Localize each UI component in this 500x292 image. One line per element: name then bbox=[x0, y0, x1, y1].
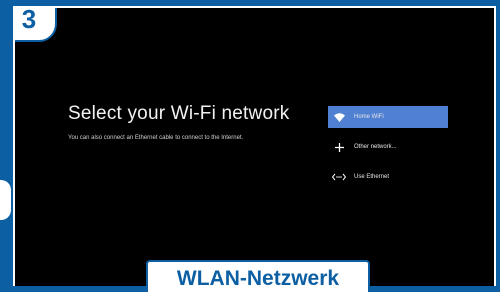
network-item-label: Other network... bbox=[354, 144, 397, 150]
plus-icon bbox=[328, 142, 350, 152]
tv-screen: Select your Wi-Fi network You can also c… bbox=[13, 6, 496, 286]
page-subtitle: You can also connect an Ethernet cable t… bbox=[68, 135, 244, 141]
network-item-home-wifi[interactable]: Home WiFi bbox=[328, 106, 448, 128]
frame-notch bbox=[0, 180, 11, 220]
page-title: Select your Wi-Fi network bbox=[68, 103, 290, 124]
step-number-badge: 3 bbox=[15, 8, 57, 42]
network-item-ethernet[interactable]: Use Ethernet bbox=[328, 166, 448, 188]
ethernet-icon bbox=[328, 173, 350, 181]
network-item-other[interactable]: Other network... bbox=[328, 136, 448, 158]
network-item-label: Use Ethernet bbox=[354, 174, 390, 180]
wifi-icon bbox=[328, 112, 350, 122]
network-list: Home WiFi Other network... Use Ethernet bbox=[328, 106, 448, 196]
tutorial-frame: Select your Wi-Fi network You can also c… bbox=[0, 0, 500, 292]
network-item-label: Home WiFi bbox=[354, 114, 384, 120]
caption-label: WLAN-Netzwerk bbox=[146, 260, 370, 292]
